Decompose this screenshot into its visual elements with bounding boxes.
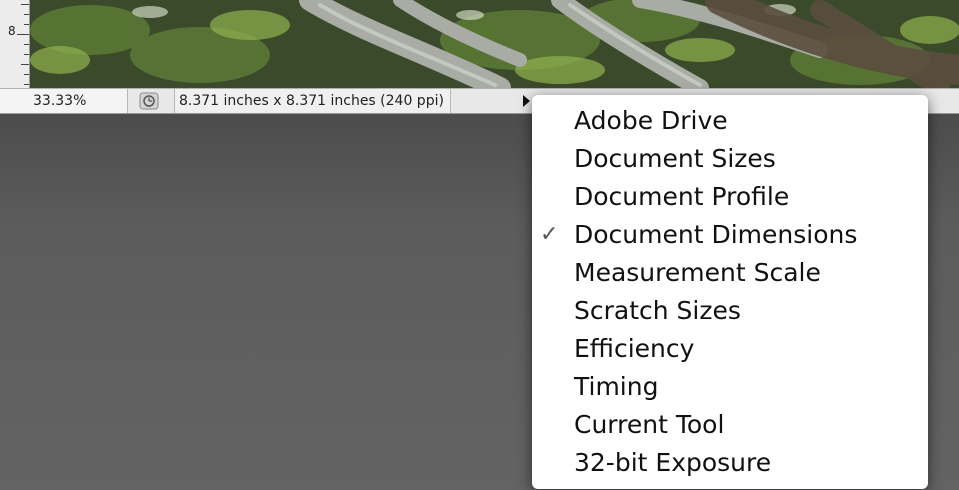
zoom-level-field[interactable]: 33.33% bbox=[0, 89, 128, 113]
document-info-text: 8.371 inches x 8.371 inches (240 ppi) bbox=[174, 89, 451, 113]
ruler-tick bbox=[24, 84, 29, 85]
menu-item-label: Document Profile bbox=[574, 182, 790, 211]
menu-item[interactable]: Measurement Scale bbox=[532, 254, 928, 292]
menu-item[interactable]: 32-bit Exposure bbox=[532, 444, 928, 482]
ruler-tick bbox=[24, 24, 29, 25]
menu-item[interactable]: Efficiency bbox=[532, 330, 928, 368]
ruler-tick bbox=[21, 64, 29, 65]
menu-item[interactable]: Timing bbox=[532, 368, 928, 406]
menu-item-label: Document Dimensions bbox=[574, 220, 858, 249]
menu-item-label: Efficiency bbox=[574, 334, 695, 363]
ruler-tick bbox=[24, 54, 29, 55]
menu-item-label: Document Sizes bbox=[574, 144, 776, 173]
ruler-tick bbox=[17, 34, 29, 35]
menu-item[interactable]: Document Sizes bbox=[532, 140, 928, 178]
menu-item-label: Adobe Drive bbox=[574, 106, 728, 135]
menu-item-label: Timing bbox=[574, 372, 659, 401]
checkmark-icon: ✓ bbox=[540, 222, 559, 247]
ruler-tick bbox=[24, 44, 29, 45]
menu-item[interactable]: Adobe Drive bbox=[532, 102, 928, 140]
menu-item-label: Scratch Sizes bbox=[574, 296, 741, 325]
ruler-tick bbox=[24, 74, 29, 75]
document-canvas-image bbox=[0, 0, 959, 88]
menu-item-label: Measurement Scale bbox=[574, 258, 821, 287]
status-info-popup-menu: Adobe Drive Document Sizes Document Profil… bbox=[532, 95, 928, 489]
ruler-tick bbox=[21, 4, 29, 5]
menu-item[interactable]: ✓ Document Dimensions bbox=[532, 216, 928, 254]
ruler-tick bbox=[24, 14, 29, 15]
menu-item-label: 32-bit Exposure bbox=[574, 448, 772, 477]
menu-item[interactable]: Current Tool bbox=[532, 406, 928, 444]
photoshop-window: 8 33.33% 8.371 inches x 8.371 inches (24… bbox=[0, 0, 959, 490]
document-info-icon[interactable] bbox=[139, 92, 159, 110]
menu-item[interactable]: Document Profile bbox=[532, 178, 928, 216]
vertical-ruler[interactable]: 8 bbox=[0, 0, 30, 88]
menu-item-label: Current Tool bbox=[574, 410, 725, 439]
menu-item[interactable]: Scratch Sizes bbox=[532, 292, 928, 330]
ruler-label: 8 bbox=[8, 24, 16, 38]
